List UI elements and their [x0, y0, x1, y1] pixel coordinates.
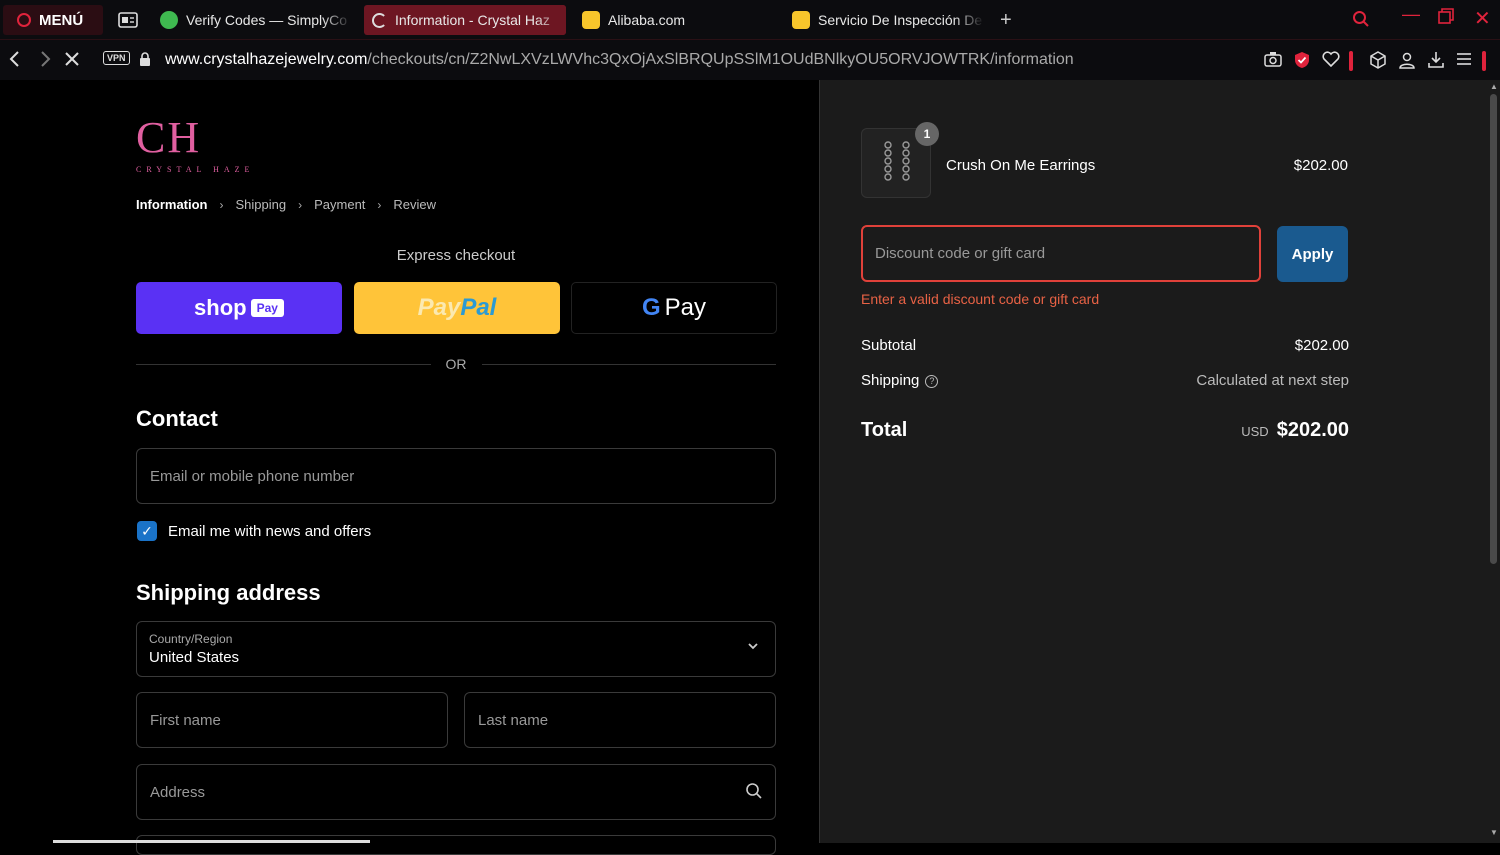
chevron-right-icon: › [219, 197, 224, 212]
first-name-field[interactable]: First name [136, 692, 448, 748]
help-question-icon[interactable]: ? [925, 374, 939, 388]
tab-alibaba[interactable]: Alibaba.com [574, 5, 774, 35]
breadcrumb-shipping[interactable]: Shipping [236, 197, 287, 212]
divider [482, 364, 776, 365]
tab-label: Alibaba.com [608, 12, 686, 28]
chevron-down-icon [747, 640, 759, 655]
scrollbar-thumb[interactable] [1490, 94, 1497, 564]
news-offers-label: Email me with news and offers [168, 523, 372, 540]
last-name-field[interactable]: Last name [464, 692, 776, 748]
forward-icon[interactable] [38, 50, 52, 73]
alibaba-favicon-icon [582, 11, 600, 29]
url-text[interactable]: www.crystalhazejewelry.com/checkouts/cn/… [165, 51, 1074, 69]
opera-logo-icon [17, 13, 31, 27]
restore-icon[interactable] [1438, 8, 1454, 29]
loading-spinner-icon [372, 12, 387, 28]
search-tabs-icon[interactable] [1352, 10, 1370, 33]
quantity-badge: 1 [915, 122, 939, 146]
shipping-address-heading: Shipping address [136, 580, 321, 605]
paypal-button[interactable]: Pay Pal [354, 282, 560, 334]
discount-code-input[interactable]: Discount code or gift card [861, 225, 1261, 282]
subtotal-row: Subtotal $202.00 [861, 337, 1349, 354]
logo-mark: CH [136, 113, 202, 162]
shipping-row: Shipping? Calculated at next step [861, 372, 1349, 389]
google-g-icon: G [641, 294, 661, 321]
shop-pay-button[interactable]: shop Pay [136, 282, 342, 334]
scroll-up-icon[interactable]: ▲ [1490, 82, 1498, 91]
simplycodes-favicon-icon [160, 11, 178, 29]
browser-tab-bar: MENÚ Verify Codes — SimplyCo Information… [0, 0, 1500, 40]
search-icon[interactable] [745, 782, 763, 800]
logo-text: CRYSTAL HAZE [136, 165, 255, 174]
lock-icon[interactable] [139, 52, 151, 66]
chevron-right-icon: › [377, 197, 382, 212]
country-label: Country/Region [149, 632, 233, 646]
express-checkout-label: Express checkout [396, 247, 516, 264]
tab-simplycodes[interactable]: Verify Codes — SimplyCo [152, 5, 352, 35]
breadcrumb-review[interactable]: Review [393, 197, 436, 212]
store-logo[interactable]: CH CRYSTAL HAZE [136, 113, 255, 175]
chevron-right-icon: › [298, 197, 303, 212]
easy-setup-menu-icon[interactable] [1455, 51, 1473, 69]
apply-discount-button[interactable]: Apply [1277, 226, 1348, 282]
menu-label: MENÚ [39, 11, 84, 29]
breadcrumb: Information › Shipping › Payment › Revie… [136, 197, 436, 212]
close-window-icon[interactable]: ✕ [1474, 6, 1491, 31]
extensions-cube-icon[interactable] [1369, 51, 1387, 69]
news-offers-checkbox[interactable]: ✓ [137, 521, 157, 541]
snapshot-camera-icon[interactable] [1264, 51, 1282, 69]
vertical-scrollbar[interactable]: ▲ ▼ [1487, 80, 1500, 843]
country-value: United States [149, 649, 240, 666]
product-name: Crush On Me Earrings [946, 157, 1096, 174]
breadcrumb-information: Information [136, 197, 208, 212]
heart-bookmark-icon[interactable] [1322, 51, 1340, 69]
next-field-partial[interactable] [136, 835, 776, 855]
alibaba-favicon-icon [792, 11, 810, 29]
new-tab-plus-icon[interactable]: + [992, 5, 1020, 35]
email-field[interactable]: Email or mobile phone number [136, 448, 776, 504]
downloads-icon[interactable] [1427, 51, 1445, 69]
stop-loading-icon[interactable] [64, 50, 80, 73]
profile-icon[interactable] [1398, 51, 1416, 69]
scroll-down-icon[interactable]: ▼ [1490, 828, 1498, 837]
contact-heading: Contact [136, 406, 218, 431]
tab-label: Information - Crystal Haz [395, 12, 550, 28]
or-divider-label: OR [445, 356, 467, 372]
address-field[interactable]: Address [136, 764, 776, 820]
opera-menu-button[interactable]: MENÚ [3, 5, 103, 35]
tab-servicio[interactable]: Servicio De Inspección De [784, 5, 984, 35]
breadcrumb-payment[interactable]: Payment [314, 197, 365, 212]
toolbar-separator [1349, 51, 1353, 71]
tab-crystal-haze[interactable]: Information - Crystal Haz [364, 5, 566, 35]
minimize-icon[interactable]: — [1402, 4, 1420, 25]
product-price: $202.00 [1293, 157, 1348, 174]
vpn-badge[interactable]: VPN [103, 51, 130, 65]
google-pay-button[interactable]: G Pay [571, 282, 777, 334]
back-icon[interactable] [8, 50, 22, 73]
adblock-shield-icon[interactable] [1293, 51, 1311, 69]
total-row: Total USD $202.00 [861, 419, 1349, 441]
discount-error-message: Enter a valid discount code or gift card [861, 291, 1100, 307]
divider [136, 364, 431, 365]
tab-switcher-icon[interactable] [114, 5, 144, 35]
toolbar-separator [1482, 51, 1486, 71]
